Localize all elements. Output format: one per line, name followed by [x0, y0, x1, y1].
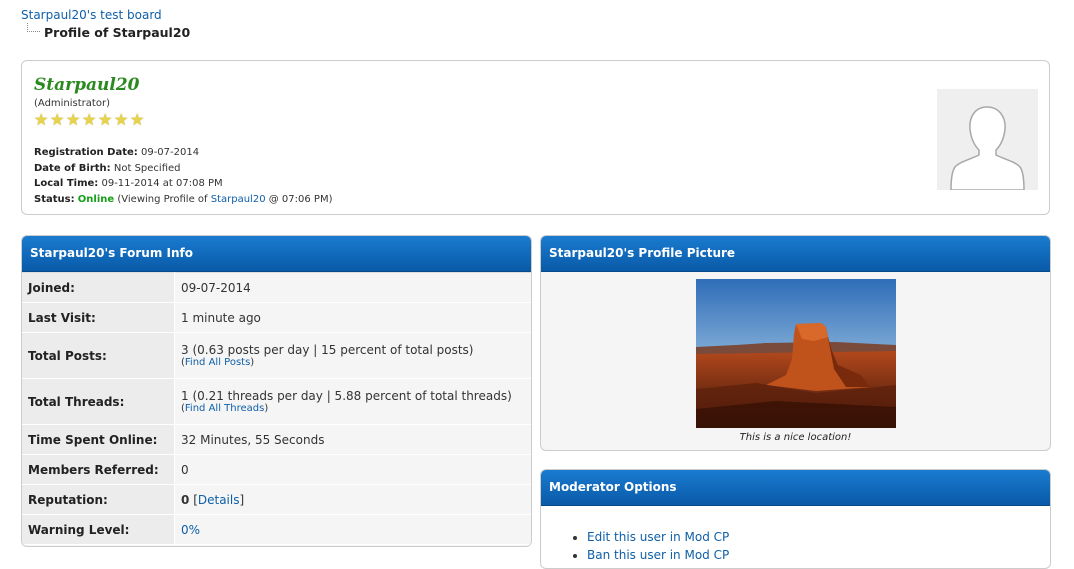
- total-threads-value: 1 (0.21 threads per day | 5.88 percent o…: [181, 389, 512, 403]
- find-all-threads-link[interactable]: Find All Threads: [185, 403, 264, 414]
- star-icon: ★: [50, 110, 65, 129]
- ban-user-modcp-link[interactable]: Ban this user in Mod CP: [587, 548, 729, 562]
- reputation-label: Reputation:: [22, 484, 175, 515]
- table-row: Warning Level: 0%: [22, 514, 531, 545]
- time-online-value: 32 Minutes, 55 Seconds: [174, 424, 531, 455]
- registration-date: Registration Date: 09-07-2014: [34, 145, 333, 161]
- status: Status: Online (Viewing Profile of Starp…: [34, 192, 333, 208]
- status-online: Online: [77, 193, 115, 205]
- moderator-options-list: Edit this user in Mod CP Ban this user i…: [587, 528, 1050, 564]
- table-row: Total Threads: 1 (0.21 threads per day |…: [22, 378, 531, 425]
- status-label: Status:: [34, 193, 75, 205]
- joined-label: Joined:: [22, 272, 175, 303]
- reputation-cell: 0 [Details]: [174, 484, 531, 515]
- find-all-posts-link[interactable]: Find All Posts: [185, 357, 250, 368]
- profile-picture-panel: Starpaul20's Profile Picture This is a n…: [540, 235, 1051, 451]
- total-posts-label: Total Posts:: [22, 332, 175, 379]
- dob-label: Date of Birth:: [34, 162, 111, 174]
- total-threads-cell: 1 (0.21 threads per day | 5.88 percent o…: [174, 378, 531, 425]
- dob-value: Not Specified: [113, 162, 181, 174]
- forum-info-header: Starpaul20's Forum Info: [22, 236, 531, 272]
- table-row: Total Posts: 3 (0.63 posts per day | 15 …: [22, 332, 531, 379]
- status-viewing-prefix: (Viewing Profile of: [117, 193, 208, 205]
- star-icon: ★: [130, 110, 145, 129]
- find-threads-wrap: (Find All Threads): [181, 403, 525, 414]
- members-referred-label: Members Referred:: [22, 454, 175, 485]
- profile-summary: Starpaul20 (Administrator) ★ ★ ★ ★ ★ ★ ★…: [21, 60, 1050, 215]
- reputation-value: 0: [181, 492, 190, 507]
- user-stars: ★ ★ ★ ★ ★ ★ ★: [34, 110, 145, 129]
- status-viewing-suffix: @ 07:06 PM): [268, 193, 333, 205]
- profile-picture-caption: This is a nice location!: [739, 432, 852, 443]
- members-referred-value: 0: [174, 454, 531, 485]
- breadcrumb-tree-line: [27, 23, 40, 32]
- find-posts-wrap: (Find All Posts): [181, 357, 525, 368]
- edit-user-modcp-link[interactable]: Edit this user in Mod CP: [587, 530, 729, 544]
- moderator-options-header: Moderator Options: [541, 470, 1050, 506]
- star-icon: ★: [66, 110, 81, 129]
- user-title: (Administrator): [34, 98, 110, 109]
- profile-picture-header: Starpaul20's Profile Picture: [541, 236, 1050, 272]
- total-posts-value: 3 (0.63 posts per day | 15 percent of to…: [181, 343, 474, 357]
- time-online-label: Time Spent Online:: [22, 424, 175, 455]
- warning-level-label: Warning Level:: [22, 514, 175, 545]
- profile-picture-image: [695, 279, 896, 428]
- local-time-value: 09-11-2014 at 07:08 PM: [101, 178, 223, 189]
- list-item: Ban this user in Mod CP: [587, 546, 1050, 564]
- star-icon: ★: [34, 110, 49, 129]
- find-posts-close: ): [250, 357, 255, 368]
- warning-level-cell: 0%: [174, 514, 531, 545]
- total-threads-label: Total Threads:: [22, 378, 175, 425]
- date-of-birth: Date of Birth: Not Specified: [34, 161, 333, 177]
- profile-details: Registration Date: 09-07-2014 Date of Bi…: [34, 145, 333, 207]
- page-title: Profile of Starpaul20: [44, 25, 191, 40]
- forum-info-panel: Starpaul20's Forum Info Joined: 09-07-20…: [21, 235, 532, 547]
- star-icon: ★: [98, 110, 113, 129]
- star-icon: ★: [82, 110, 97, 129]
- local-time-label: Local Time:: [34, 178, 99, 189]
- table-row: Joined: 09-07-2014: [22, 272, 531, 303]
- list-item: Edit this user in Mod CP: [587, 528, 1050, 546]
- joined-value: 09-07-2014: [174, 272, 531, 303]
- breadcrumb-root-link[interactable]: Starpaul20's test board: [21, 7, 190, 23]
- registration-label: Registration Date:: [34, 147, 138, 158]
- reputation-details-link[interactable]: Details: [198, 493, 240, 507]
- star-icon: ★: [114, 110, 129, 129]
- last-visit-label: Last Visit:: [22, 302, 175, 333]
- username: Starpaul20: [34, 75, 140, 95]
- table-row: Reputation: 0 [Details]: [22, 484, 531, 515]
- warning-level-link[interactable]: 0%: [181, 523, 200, 537]
- find-threads-close: ): [264, 403, 269, 414]
- avatar: [937, 89, 1038, 191]
- default-avatar-icon: [937, 89, 1038, 191]
- profile-picture-wrap: This is a nice location!: [541, 272, 1050, 443]
- status-viewing-link[interactable]: Starpaul20: [211, 194, 266, 205]
- table-row: Last Visit: 1 minute ago: [22, 302, 531, 333]
- local-time: Local Time: 09-11-2014 at 07:08 PM: [34, 176, 333, 192]
- total-posts-cell: 3 (0.63 posts per day | 15 percent of to…: [174, 332, 531, 379]
- breadcrumb: Starpaul20's test board Profile of Starp…: [21, 7, 190, 40]
- last-visit-value: 1 minute ago: [174, 302, 531, 333]
- table-row: Time Spent Online: 32 Minutes, 55 Second…: [22, 424, 531, 455]
- reputation-bracket-close: ]: [239, 492, 245, 507]
- breadcrumb-current: Profile of Starpaul20: [21, 23, 191, 40]
- forum-info-table: Joined: 09-07-2014 Last Visit: 1 minute …: [22, 272, 531, 545]
- registration-value: 09-07-2014: [140, 147, 200, 158]
- moderator-options-panel: Moderator Options Edit this user in Mod …: [540, 469, 1051, 569]
- table-row: Members Referred: 0: [22, 454, 531, 485]
